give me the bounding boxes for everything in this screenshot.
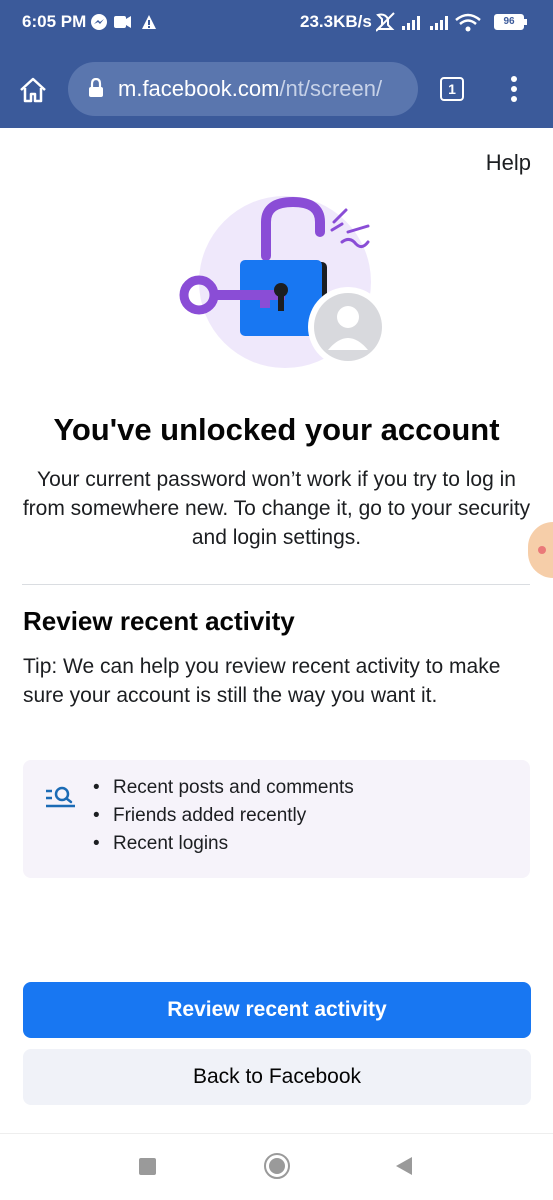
- lock-icon: [89, 78, 103, 97]
- address-bar[interactable]: m.facebook.com/nt/screen/: [68, 62, 418, 116]
- battery-indicator: 96: [494, 14, 527, 30]
- notification-icons: [90, 13, 160, 38]
- home-button[interactable]: [18, 75, 48, 105]
- home-nav-button[interactable]: [264, 1153, 290, 1179]
- help-link[interactable]: Help: [486, 150, 531, 176]
- page: 6:05 PM 23.3KB/s 96 m.facebook.com/nt/sc…: [0, 0, 553, 1200]
- list-item-label: Friends added recently: [113, 805, 307, 826]
- url-host: m.facebook.com: [118, 76, 280, 101]
- activity-summary-box: • Recent posts and comments • Friends adde…: [23, 760, 530, 878]
- page-title: You've unlocked your account: [53, 412, 500, 447]
- page-description: Your current password won’t work if you …: [22, 468, 531, 549]
- tab-switcher-button[interactable]: 1: [440, 77, 464, 101]
- signal-icons: [375, 11, 492, 40]
- home-icon: [20, 77, 46, 103]
- back-to-facebook-button[interactable]: Back to Facebook: [23, 1049, 531, 1105]
- menu-icon[interactable]: [508, 76, 520, 104]
- list-item: • Friends added recently: [93, 805, 307, 826]
- list-item: • Recent posts and comments: [93, 777, 354, 798]
- review-activity-button[interactable]: Review recent activity: [23, 982, 531, 1038]
- browser-chrome: 6:05 PM 23.3KB/s 96 m.facebook.com/nt/sc…: [0, 0, 553, 128]
- search-list-icon: [46, 786, 75, 808]
- tip-text: Tip: We can help you review recent activ…: [23, 655, 501, 707]
- network-speed: 23.3KB/s: [300, 12, 372, 31]
- recent-apps-button[interactable]: [139, 1158, 156, 1175]
- status-time: 6:05 PM: [22, 12, 87, 31]
- list-item-label: Recent logins: [113, 833, 229, 854]
- section-title: Review recent activity: [23, 606, 295, 636]
- android-navigation-bar: [0, 1133, 553, 1200]
- list-item-label: Recent posts and comments: [113, 777, 354, 798]
- unlock-illustration: [170, 190, 390, 380]
- list-item: • Recent logins: [93, 833, 229, 854]
- divider: [22, 584, 530, 585]
- back-button[interactable]: [396, 1157, 412, 1175]
- activity-list: • Recent posts and comments • Friends adde…: [93, 774, 354, 858]
- url-path: /nt/screen/: [279, 76, 383, 101]
- status-bar: 6:05 PM 23.3KB/s 96: [0, 0, 553, 46]
